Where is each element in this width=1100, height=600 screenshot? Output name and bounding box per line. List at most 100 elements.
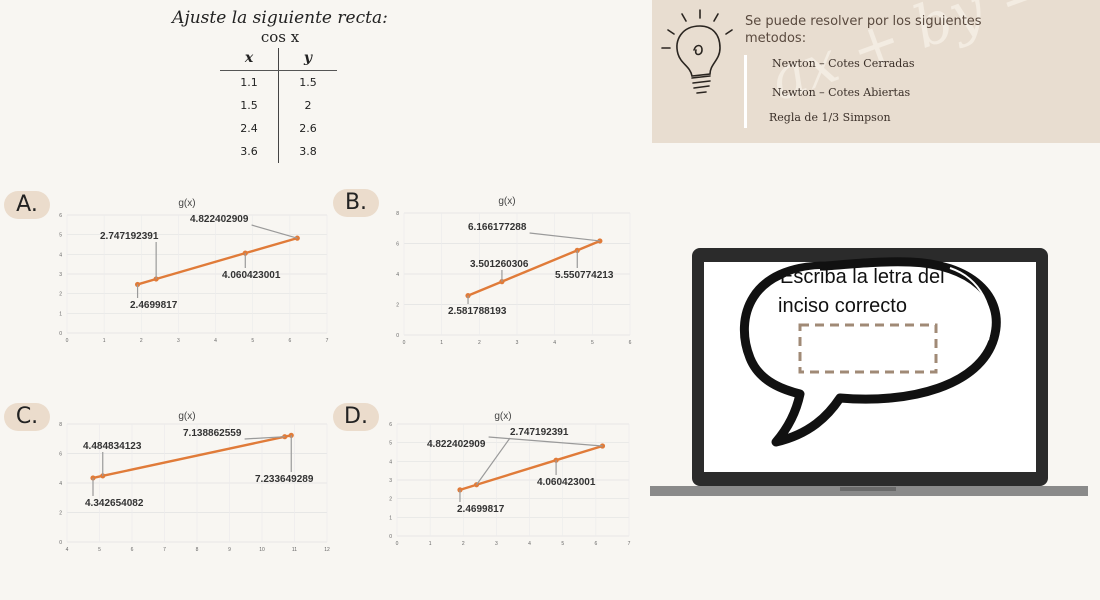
y-tick-label: 5 [59, 233, 62, 239]
y-tick-label: 6 [59, 452, 62, 458]
laptop-trackpad-notch [840, 487, 896, 491]
x-tick-label: 10 [259, 547, 265, 553]
x-tick-label: 6 [594, 541, 597, 547]
option-b-label[interactable]: B. [333, 189, 379, 217]
y-tick-label: 8 [59, 422, 62, 428]
y-tick-label: 2 [59, 292, 62, 298]
x-tick-label: 0 [66, 338, 69, 344]
x-tick-label: 4 [528, 541, 531, 547]
y-tick-label: 3 [59, 272, 62, 278]
x-tick-label: 1 [103, 338, 106, 344]
data-label: 5.550774213 [555, 270, 614, 281]
x-tick-label: 5 [251, 338, 254, 344]
answer-prompt-line1: Escriba la letra del [780, 266, 945, 288]
x-tick-label: 2 [462, 541, 465, 547]
x-tick-label: 12 [324, 547, 330, 553]
x-tick-label: 7 [326, 338, 329, 344]
info-panel: ax + by = c Se puede resolver por los si… [652, 0, 1100, 143]
x-tick-label: 8 [196, 547, 199, 553]
chart-title: g(x) [494, 411, 511, 422]
table-cell: 3.6 [220, 140, 279, 163]
x-tick-label: 5 [591, 340, 594, 346]
y-tick-label: 6 [389, 422, 392, 428]
x-tick-label: 4 [553, 340, 556, 346]
table-row: 1.5 2 [220, 94, 337, 117]
data-label: 3.501260306 [470, 259, 529, 270]
data-label: 2.581788193 [448, 306, 507, 317]
method-item: Newton – Cotes Abiertas [772, 86, 911, 99]
x-tick-label: 0 [396, 541, 399, 547]
y-tick-label: 4 [396, 272, 399, 278]
panel-divider [744, 55, 747, 128]
data-label: 4.822402909 [427, 439, 486, 450]
y-tick-label: 1 [59, 311, 62, 317]
table-cell: 1.5 [220, 94, 279, 117]
label-leader-arrow [251, 224, 298, 239]
chart-option-d: g(x) 0 1 2 3 4 5 6 0 1 2 3 4 5 6 7 4.822402909 2.74719239… [389, 411, 631, 547]
y-tick-label: 5 [389, 441, 392, 447]
table-cell: 3.8 [299, 145, 317, 158]
x-tick-label: 6 [131, 547, 134, 553]
y-tick-label: 4 [59, 481, 62, 487]
x-tick-label: 0 [403, 340, 406, 346]
x-tick-label: 3 [177, 338, 180, 344]
option-d-label[interactable]: D. [333, 403, 379, 431]
table-header-y: y [278, 48, 337, 71]
data-label: 4.484834123 [83, 441, 142, 452]
x-tick-label: 5 [561, 541, 564, 547]
table-cell: 2.6 [299, 122, 317, 135]
y-tick-label: 4 [59, 252, 62, 258]
table-cell: 2 [304, 99, 312, 112]
y-tick-label: 3 [389, 478, 392, 484]
data-label: 6.166177288 [468, 222, 527, 233]
x-tick-label: 6 [288, 338, 291, 344]
table-row: 1.1 1.5 [220, 70, 337, 94]
table-header-x: x [220, 48, 279, 71]
data-label: 4.342654082 [85, 498, 144, 509]
data-label: 2.747192391 [510, 427, 569, 438]
y-tick-label: 6 [396, 242, 399, 248]
data-label: 2.4699817 [130, 300, 178, 311]
data-label: 2.747192391 [100, 231, 159, 242]
methods-intro: Se puede resolver por los siguientes met… [745, 14, 982, 46]
table-cell: 1.1 [220, 70, 279, 94]
x-tick-label: 9 [228, 547, 231, 553]
lightbulb-icon [661, 9, 733, 94]
y-tick-label: 0 [59, 331, 62, 337]
x-tick-label: 7 [628, 541, 631, 547]
chart-title: g(x) [178, 198, 195, 209]
y-tick-label: 1 [389, 515, 392, 521]
chart-title: g(x) [178, 411, 195, 422]
x-tick-label: 4 [214, 338, 217, 344]
x-tick-label: 2 [478, 340, 481, 346]
x-tick-label: 6 [629, 340, 632, 346]
data-label: 4.060423001 [537, 477, 596, 488]
chart-option-a: g(x) 0 1 2 3 4 5 6 0 1 2 3 4 5 6 7 2.747192391 4.82240290… [59, 198, 329, 344]
table-row: 3.6 3.8 [220, 140, 337, 163]
chart-title: g(x) [498, 196, 515, 207]
chart-option-c: g(x) 0 2 4 6 8 4 5 6 7 8 9 10 11 12 4.484834123 7.138862… [59, 411, 330, 553]
y-tick-label: 6 [59, 213, 62, 219]
x-tick-label: 4 [66, 547, 69, 553]
data-label: 2.4699817 [457, 504, 505, 515]
y-tick-label: 0 [59, 540, 62, 546]
data-label: 7.138862559 [183, 428, 242, 439]
table-row: 2.4 2.6 [220, 117, 337, 140]
x-tick-label: 5 [98, 547, 101, 553]
label-leader-arrow [529, 232, 600, 242]
chart-option-b: g(x) 0 2 4 6 8 0 1 2 3 4 5 6 6.166177288 3.501260306 5.… [396, 196, 632, 346]
x-tick-label: 11 [292, 547, 297, 553]
x-tick-label: 3 [495, 541, 498, 547]
answer-prompt-line2: inciso correcto [778, 295, 907, 317]
y-tick-label: 4 [389, 459, 392, 465]
option-c-label[interactable]: C. [4, 403, 50, 431]
y-tick-label: 0 [389, 534, 392, 540]
data-table: x y 1.1 1.5 1.5 2 2.4 2.6 3.6 3.8 [220, 48, 337, 163]
method-item: Regla de 1/3 Simpson [769, 111, 891, 124]
data-label: 7.233649289 [255, 474, 314, 485]
table-cell: 2.4 [220, 117, 279, 140]
y-tick-label: 2 [389, 497, 392, 503]
option-a-label[interactable]: A. [4, 191, 50, 219]
y-tick-label: 2 [396, 303, 399, 309]
y-tick-label: 2 [59, 511, 62, 517]
